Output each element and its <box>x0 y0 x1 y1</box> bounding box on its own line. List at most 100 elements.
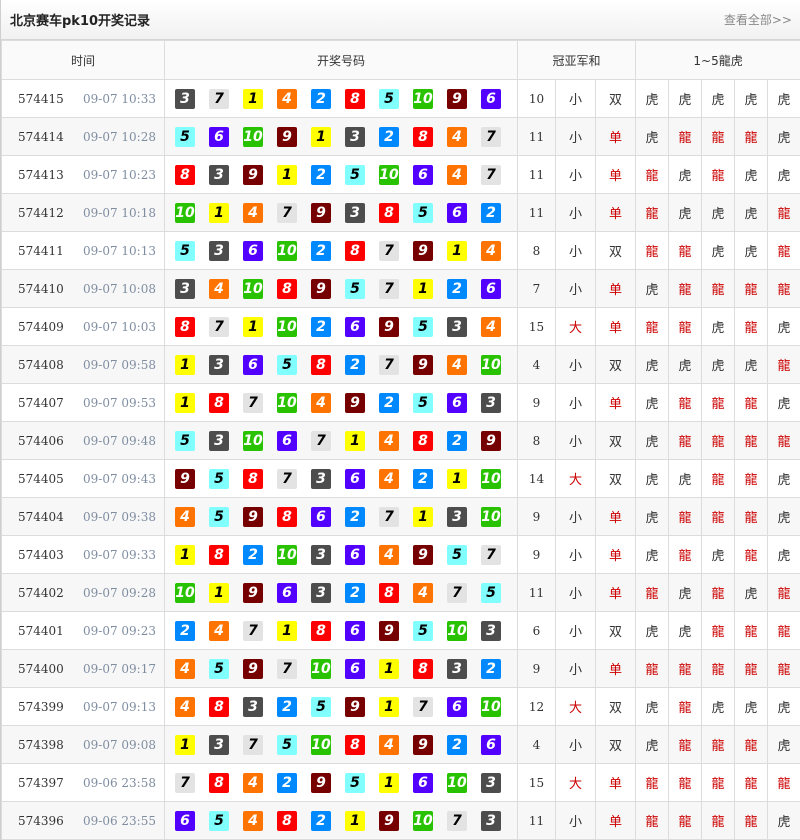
number-ball: 9 <box>413 354 433 375</box>
number-ball: 7 <box>379 506 399 527</box>
number-ball: 7 <box>277 658 297 679</box>
number-ball: 8 <box>175 316 195 337</box>
dragon-tiger-result: 龍 <box>635 155 670 194</box>
number-ball: 5 <box>413 316 433 337</box>
number-ball: 6 <box>447 696 467 717</box>
number-ball: 8 <box>413 430 433 451</box>
dragon-tiger-result: 龍 <box>668 421 703 460</box>
table-row: 574412 09-07 10:18 10 1 4 7 9 3 8 5 6 2 11 小单龍虎虎虎龍 <box>1 193 800 232</box>
table-row: 574398 09-07 09:08 1 3 7 5 10 8 4 9 2 6 4 小双虎龍龍龍虎 <box>1 725 800 764</box>
number-ball: 5 <box>413 202 433 223</box>
dragon-tiger-result: 虎 <box>767 383 800 422</box>
number-ball: 7 <box>209 316 229 337</box>
number-ball: 5 <box>175 240 195 261</box>
number-ball: 6 <box>413 772 433 793</box>
number-ball: 7 <box>243 392 263 413</box>
dragon-tiger-result: 龍 <box>668 307 703 346</box>
numbers-cell: 5 6 10 9 1 3 2 8 4 7 <box>164 117 518 156</box>
issue-number: 574404 <box>18 509 64 524</box>
dragon-tiger-result: 虎 <box>701 535 736 574</box>
number-ball: 6 <box>413 164 433 185</box>
dragon-tiger-result: 虎 <box>767 117 800 156</box>
number-ball: 2 <box>481 202 501 223</box>
number-ball: 10 <box>481 354 501 375</box>
parity-result: 单 <box>594 573 637 612</box>
number-ball: 8 <box>311 620 331 641</box>
dragon-tiger-result: 龍 <box>767 345 800 384</box>
issue-number: 574406 <box>18 433 64 448</box>
number-ball: 4 <box>379 468 399 489</box>
parity-result: 双 <box>594 345 637 384</box>
sum-value: 11 <box>517 155 556 194</box>
number-ball: 10 <box>175 202 195 223</box>
sum-value: 9 <box>517 535 556 574</box>
size-result: 小 <box>555 117 596 156</box>
number-ball: 6 <box>345 544 365 565</box>
dragon-tiger-result: 虎 <box>668 345 703 384</box>
number-ball: 4 <box>379 544 399 565</box>
number-ball: 4 <box>481 316 501 337</box>
issue-time-cell: 574411 09-07 10:13 <box>1 231 165 270</box>
number-ball: 8 <box>277 506 297 527</box>
issue-time-cell: 574397 09-06 23:58 <box>1 763 165 802</box>
number-ball: 9 <box>379 620 399 641</box>
number-ball: 6 <box>481 734 501 755</box>
dragon-tiger-result: 虎 <box>668 155 703 194</box>
dragon-tiger-result: 龍 <box>701 649 736 688</box>
number-ball: 8 <box>345 240 365 261</box>
number-ball: 4 <box>175 696 195 717</box>
sum-value: 11 <box>517 117 556 156</box>
dragon-tiger-result: 龍 <box>668 801 703 840</box>
number-ball: 4 <box>243 810 263 831</box>
number-ball: 6 <box>481 88 501 109</box>
number-ball: 2 <box>345 354 365 375</box>
dragon-tiger-result: 虎 <box>701 193 736 232</box>
number-ball: 9 <box>243 164 263 185</box>
number-ball: 1 <box>277 620 297 641</box>
dragon-tiger-result: 虎 <box>668 193 703 232</box>
sum-value: 12 <box>517 687 556 726</box>
number-ball: 2 <box>311 240 331 261</box>
table-row: 574396 09-06 23:55 6 5 4 8 2 1 9 10 7 3 11 小单龍龍龍龍虎 <box>1 801 800 840</box>
table-row: 574400 09-07 09:17 4 5 9 7 10 6 1 8 3 2 9 小单龍龍龍龍龍 <box>1 649 800 688</box>
number-ball: 10 <box>481 506 501 527</box>
issue-time-cell: 574402 09-07 09:28 <box>1 573 165 612</box>
table-row: 574409 09-07 10:03 8 7 1 10 2 6 9 5 3 4 15 大单龍龍虎龍虎 <box>1 307 800 346</box>
draw-time: 09-07 09:53 <box>83 395 156 410</box>
number-ball: 1 <box>243 316 263 337</box>
dragon-tiger-result: 虎 <box>767 725 800 764</box>
number-ball: 7 <box>243 734 263 755</box>
view-all-link[interactable]: 查看全部>> <box>724 11 792 28</box>
number-ball: 4 <box>277 88 297 109</box>
dragon-tiger-result: 龍 <box>734 801 769 840</box>
dragon-tiger-result: 龍 <box>668 763 703 802</box>
issue-number: 574405 <box>18 471 64 486</box>
dragon-tiger-result: 龍 <box>635 649 670 688</box>
numbers-cell: 1 8 7 10 4 9 2 5 6 3 <box>164 383 518 422</box>
issue-time-cell: 574414 09-07 10:28 <box>1 117 165 156</box>
numbers-cell: 4 5 9 7 10 6 1 8 3 2 <box>164 649 518 688</box>
dragon-tiger-result: 龍 <box>767 193 800 232</box>
draw-time: 09-07 09:33 <box>83 547 156 562</box>
numbers-cell: 4 8 3 2 5 9 1 7 6 10 <box>164 687 518 726</box>
number-ball: 4 <box>447 164 467 185</box>
number-ball: 10 <box>481 468 501 489</box>
draw-time: 09-07 10:33 <box>83 91 156 106</box>
number-ball: 1 <box>447 468 467 489</box>
numbers-cell: 8 3 9 1 2 5 10 6 4 7 <box>164 155 518 194</box>
number-ball: 1 <box>345 810 365 831</box>
issue-number: 574415 <box>18 91 64 106</box>
number-ball: 8 <box>175 164 195 185</box>
number-ball: 2 <box>277 696 297 717</box>
dragon-tiger-result: 龍 <box>734 117 769 156</box>
dragon-tiger-result: 龍 <box>668 725 703 764</box>
number-ball: 9 <box>175 468 195 489</box>
table-row: 574404 09-07 09:38 4 5 9 8 6 2 7 1 3 10 9 小单虎龍龍龍虎 <box>1 497 800 536</box>
number-ball: 10 <box>311 658 331 679</box>
parity-result: 单 <box>594 269 637 308</box>
numbers-cell: 1 8 2 10 3 6 4 9 5 7 <box>164 535 518 574</box>
number-ball: 5 <box>175 430 195 451</box>
issue-number: 574401 <box>18 623 64 638</box>
dragon-tiger-result: 龍 <box>734 421 769 460</box>
issue-number: 574402 <box>18 585 64 600</box>
